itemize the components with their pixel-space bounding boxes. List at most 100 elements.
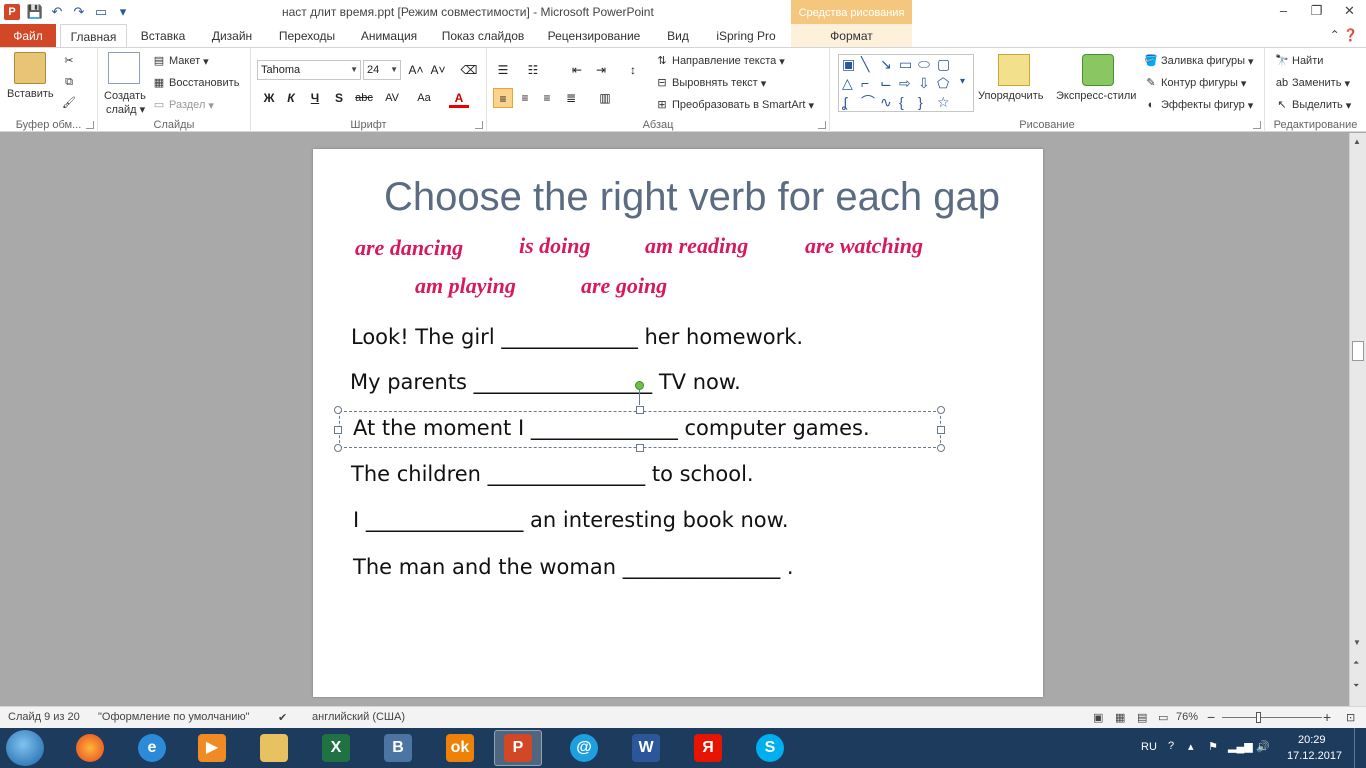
cut-icon[interactable]: ✂ (62, 54, 76, 68)
resize-handle-nw[interactable] (334, 406, 342, 414)
slide-sorter-icon[interactable]: ▦ (1115, 711, 1125, 724)
clipboard-launcher-icon[interactable] (86, 121, 94, 129)
tab-review[interactable]: Рецензирование (540, 24, 648, 48)
verb-is-doing[interactable]: is doing (519, 233, 591, 259)
font-name-combo[interactable]: Tahoma ▼ (257, 60, 361, 80)
paragraph-launcher-icon[interactable] (818, 121, 826, 129)
triangle-shape-icon[interactable]: △ (842, 76, 853, 90)
fit-slide-icon[interactable]: ⊡ (1346, 711, 1355, 724)
italic-button[interactable]: К (281, 88, 301, 108)
quick-styles-button[interactable]: Экспресс-стили (1056, 90, 1136, 102)
normal-view-icon[interactable]: ▣ (1093, 711, 1103, 724)
shape-outline-button[interactable]: ✎ Контур фигуры ▾ (1144, 76, 1246, 90)
format-painter-icon[interactable]: 🖌 (62, 96, 76, 110)
taskbar-odnoklassniki[interactable]: ok (436, 730, 484, 766)
taskbar-skype[interactable]: S (746, 730, 794, 766)
tab-home[interactable]: Главная (60, 24, 127, 48)
verb-are-dancing[interactable]: are dancing (355, 235, 463, 261)
text-direction-button[interactable]: ⇅ Направление текста ▾ (655, 54, 784, 68)
clock-time[interactable]: 20:29 (1298, 734, 1326, 746)
underline-button[interactable]: Ч (305, 88, 325, 108)
clock-date[interactable]: 17.12.2017 (1287, 750, 1342, 762)
align-left-icon[interactable]: ≡ (493, 88, 513, 108)
strikethrough-button[interactable]: abc (351, 88, 377, 108)
sentence-2[interactable]: My parents _________________ TV now. (350, 370, 741, 394)
taskbar-explorer[interactable] (250, 730, 298, 766)
vertical-scrollbar[interactable]: ▲ ▼ ⏶ ⏷ (1349, 133, 1366, 706)
increase-indent-icon[interactable]: ⇥ (591, 60, 611, 80)
network-tray-icon[interactable]: ▂▄▆ (1228, 740, 1253, 753)
star-shape-icon[interactable]: ☆ (937, 95, 950, 109)
align-text-button[interactable]: ⊟ Выровнять текст ▾ (655, 76, 766, 90)
prev-slide-icon[interactable]: ⏶ (1353, 658, 1359, 668)
verb-am-playing[interactable]: am playing (415, 273, 516, 299)
bold-button[interactable]: Ж (259, 88, 279, 108)
zoom-level[interactable]: 76% (1176, 711, 1198, 723)
save-icon[interactable]: 💾 (26, 3, 44, 21)
start-button[interactable] (6, 730, 44, 766)
slide-canvas[interactable]: Choose the right verb for each gap are d… (313, 149, 1043, 697)
justify-icon[interactable]: ≣ (561, 88, 581, 108)
pentagon-shape-icon[interactable]: ⬠ (937, 76, 949, 90)
show-desktop-button[interactable] (1354, 728, 1366, 768)
quick-styles-icon[interactable] (1082, 54, 1114, 86)
zoom-out-button[interactable]: − (1207, 709, 1215, 725)
next-slide-icon[interactable]: ⏷ (1353, 681, 1359, 691)
sentence-6[interactable]: The man and the woman _______________ . (353, 555, 794, 579)
theme-name[interactable]: "Оформление по умолчанию" (98, 711, 250, 723)
align-right-icon[interactable]: ≡ (537, 88, 557, 108)
arrange-button[interactable]: Упорядочить (978, 90, 1043, 102)
bullets-icon[interactable]: ☰ (493, 60, 513, 80)
minimize-button[interactable]: – (1267, 0, 1300, 22)
customize-qat-icon[interactable]: ▾ (114, 3, 132, 21)
align-center-icon[interactable]: ≡ (515, 88, 535, 108)
line-shape-icon[interactable]: ╲ (861, 57, 869, 71)
font-color-button[interactable]: A (449, 88, 469, 108)
section-button[interactable]: ▭ Раздел ▾ (152, 98, 214, 112)
new-slide-dropdown[interactable]: слайд ▾ (106, 103, 145, 117)
change-case-button[interactable]: Aa (411, 88, 437, 108)
select-button[interactable]: ↖ Выделить ▾ (1275, 98, 1351, 112)
shadow-button[interactable]: S (329, 88, 349, 108)
sentence-5[interactable]: I _______________ an interesting book no… (353, 508, 789, 532)
help-tray-icon[interactable]: ? (1168, 740, 1174, 752)
tab-design[interactable]: Дизайн (201, 24, 263, 48)
taskbar-yandex[interactable]: Я (684, 730, 732, 766)
arrange-icon[interactable] (998, 54, 1030, 86)
arc-shape-icon[interactable]: ∿ (880, 95, 892, 109)
numbering-icon[interactable]: ☷ (523, 60, 543, 80)
zoom-slider-track[interactable] (1222, 717, 1322, 718)
tab-ispring[interactable]: iSpring Pro (708, 24, 784, 48)
slide-title[interactable]: Choose the right verb for each gap (313, 175, 1043, 220)
verb-are-going[interactable]: are going (581, 273, 667, 299)
right-arrow-shape-icon[interactable]: ⇨ (899, 76, 911, 90)
resize-handle-ne[interactable] (937, 406, 945, 414)
scroll-up-icon[interactable]: ▲ (1353, 137, 1361, 146)
slideshow-view-icon[interactable]: ▭ (1158, 711, 1168, 724)
copy-icon[interactable]: ⧉ (62, 75, 76, 89)
resize-handle-sw[interactable] (334, 444, 342, 452)
layout-button[interactable]: ▤ Макет ▾ (152, 54, 209, 68)
rounded-rect-shape-icon[interactable]: ▢ (937, 57, 950, 71)
shape-effects-button[interactable]: ◐ Эффекты фигур ▾ (1144, 98, 1254, 112)
shrink-font-icon[interactable]: A˅ (428, 60, 448, 80)
tab-insert[interactable]: Вставка (131, 24, 195, 48)
ribbon-collapse-icon[interactable]: ⌃ ❓ (1330, 28, 1358, 42)
resize-handle-w[interactable] (334, 426, 342, 434)
tab-transitions[interactable]: Переходы (270, 24, 344, 48)
restore-button[interactable]: ❐ (1300, 0, 1333, 22)
sentence-4[interactable]: The children _______________ to school. (351, 462, 754, 486)
close-button[interactable]: ✕ (1333, 0, 1366, 22)
left-brace-shape-icon[interactable]: { (899, 95, 904, 109)
volume-tray-icon[interactable]: 🔊 (1256, 740, 1270, 753)
font-launcher-icon[interactable] (475, 121, 483, 129)
shapes-gallery[interactable]: ▣ ╲ ↘ ▭ ⬭ ▢ △ ⌐ ⌙ ⇨ ⇩ ⬠ ʆ ⌒ ∿ { } ☆ ▾ (838, 54, 974, 112)
oval-shape-icon[interactable]: ⬭ (918, 57, 930, 71)
resize-handle-e[interactable] (937, 426, 945, 434)
undo-icon[interactable]: ↶ (48, 3, 66, 21)
new-slide-icon[interactable]: ▭ (92, 3, 110, 21)
taskbar-mail[interactable]: @ (560, 730, 608, 766)
rotation-handle[interactable] (635, 381, 644, 390)
redo-icon[interactable]: ↷ (70, 3, 88, 21)
taskbar-powerpoint[interactable]: P (494, 730, 542, 766)
